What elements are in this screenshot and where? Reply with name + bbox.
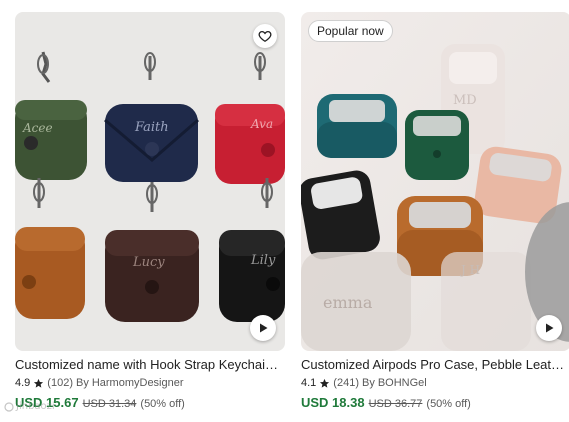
listing-title[interactable]: Customized Airpods Pro Case, Pebble Leat… xyxy=(301,357,569,373)
star-icon xyxy=(320,378,330,388)
svg-text:Acee: Acee xyxy=(22,121,53,135)
rating-value: 4.9 xyxy=(15,377,31,389)
play-icon xyxy=(546,323,554,333)
listing-grid: Acee Faith Ava Lucy Lily Customized name… xyxy=(0,0,569,422)
original-price: USD 31.34 xyxy=(82,398,137,410)
airpods-cases-photo: MD emma J H xyxy=(301,12,569,351)
listing-photo-1[interactable]: Acee Faith Ava Lucy Lily xyxy=(15,12,285,351)
review-count: (102) xyxy=(47,377,73,389)
shop-name[interactable]: HarmomyDesigner xyxy=(92,376,184,390)
play-icon xyxy=(260,323,268,333)
watermark-text: Jinbaozi xyxy=(16,401,55,412)
watermark: Jinbaozi xyxy=(4,401,55,412)
svg-text:Lucy: Lucy xyxy=(132,255,165,270)
price-row: USD 15.67 USD 31.34 (50% off) xyxy=(15,395,285,412)
listing-title[interactable]: Customized name with Hook Strap Keychain… xyxy=(15,357,285,373)
listing-rating-row: 4.9 (102) By HarmomyDesigner xyxy=(15,376,285,390)
heart-icon xyxy=(258,30,272,43)
svg-text:emma: emma xyxy=(323,293,373,312)
svg-text:MD: MD xyxy=(453,93,477,108)
by-label: By xyxy=(75,377,89,389)
black-case xyxy=(301,170,380,260)
svg-text:Ava: Ava xyxy=(250,117,273,131)
by-label: By xyxy=(361,377,375,389)
green-case xyxy=(405,110,469,180)
watermark-logo-icon xyxy=(4,401,14,412)
shop-name[interactable]: BOHNGel xyxy=(378,376,427,390)
listing-card-1[interactable]: Acee Faith Ava Lucy Lily Customized name… xyxy=(15,12,285,412)
popular-now-badge: Popular now xyxy=(308,20,393,42)
discount-label: (50% off) xyxy=(426,398,471,410)
play-video-button[interactable] xyxy=(250,315,276,341)
keychain-cases-photo: Acee Faith Ava Lucy Lily xyxy=(15,12,285,351)
svg-text:Lily: Lily xyxy=(250,253,276,268)
listing-photo-2[interactable]: MD emma J H Popular now xyxy=(301,12,569,351)
review-count: (241) xyxy=(333,377,359,389)
original-price: USD 36.77 xyxy=(368,398,423,410)
favorite-button[interactable] xyxy=(253,24,277,48)
discount-label: (50% off) xyxy=(140,398,185,410)
price-row: USD 18.38 USD 36.77 (50% off) xyxy=(301,395,569,412)
cream-case: emma xyxy=(301,252,411,351)
rating-value: 4.1 xyxy=(301,377,317,389)
listing-rating-row: 4.1 (241) By BOHNGel xyxy=(301,376,569,390)
svg-text:J H: J H xyxy=(459,263,480,277)
svg-text:Faith: Faith xyxy=(134,120,169,135)
play-video-button[interactable] xyxy=(536,315,562,341)
star-icon xyxy=(34,378,44,388)
sale-price: USD 18.38 xyxy=(301,395,365,410)
teal-case xyxy=(317,94,397,158)
listing-card-2[interactable]: MD emma J H Popular now Customized Airpo… xyxy=(301,12,569,412)
